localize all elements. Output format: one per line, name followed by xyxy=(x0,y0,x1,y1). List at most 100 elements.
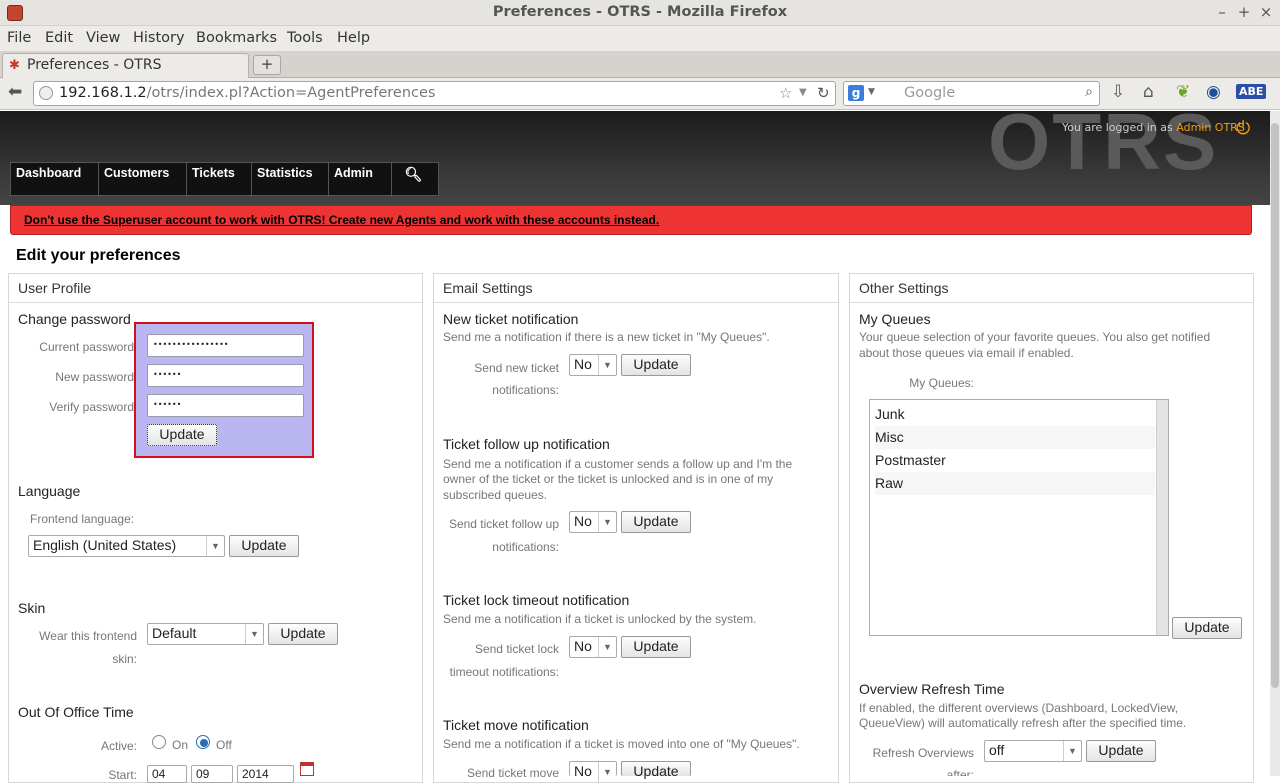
lock-timeout-update-button[interactable]: Update xyxy=(621,636,691,658)
page-scrollbar-thumb[interactable] xyxy=(1271,123,1279,688)
out-of-office-off-radio[interactable] xyxy=(196,735,210,749)
window-title: Preferences - OTRS - Mozilla Firefox xyxy=(492,4,788,20)
menu-edit[interactable]: Edit xyxy=(45,30,73,46)
email-settings-header: Email Settings xyxy=(434,274,838,303)
nav-search-icon[interactable]: 🔍︎ xyxy=(392,163,438,197)
menu-tools[interactable]: Tools xyxy=(287,30,323,46)
start-year-value: 2014 xyxy=(242,767,269,781)
maximize-button[interactable]: + xyxy=(1235,3,1253,21)
back-arrow-icon[interactable]: ⬅ xyxy=(8,82,22,102)
menu-view[interactable]: View xyxy=(86,30,120,46)
nav-statistics[interactable]: Statistics xyxy=(252,163,329,197)
other-settings-header: Other Settings xyxy=(850,274,1253,303)
url-bar[interactable]: 192.168.1.2/otrs/index.pl?Action=AgentPr… xyxy=(33,81,836,106)
superuser-warning-link[interactable]: Don't use the Superuser account to work … xyxy=(24,213,659,227)
current-password-label: Current password xyxy=(39,340,134,354)
refresh-update-button[interactable]: Update xyxy=(1086,740,1156,762)
page-scrollbar[interactable] xyxy=(1270,111,1280,776)
skin-select[interactable]: Default ▼ xyxy=(147,623,264,645)
reload-icon[interactable]: ↻ xyxy=(817,84,830,102)
new-password-input[interactable]: •••••• xyxy=(147,364,304,387)
skin-update-button[interactable]: Update xyxy=(268,623,338,645)
queue-option-raw[interactable]: Raw xyxy=(875,472,1155,495)
my-queues-update-button[interactable]: Update xyxy=(1172,617,1242,639)
otrs-favicon-icon: ✱ xyxy=(9,58,20,73)
new-ticket-value: No xyxy=(574,356,592,372)
start-month-select[interactable]: 09 xyxy=(191,765,233,783)
new-ticket-label-line1: Send new ticket xyxy=(474,361,559,375)
logged-in-user-link[interactable]: Admin OTRS xyxy=(1176,121,1245,134)
menu-history[interactable]: History xyxy=(133,30,185,46)
new-ticket-update-button[interactable]: Update xyxy=(621,354,691,376)
window-titlebar: Preferences - OTRS - Mozilla Firefox – +… xyxy=(0,0,1280,26)
abe-shield-icon[interactable]: ABE xyxy=(1236,84,1267,99)
change-password-title: Change password xyxy=(18,311,131,327)
follow-up-update-button[interactable]: Update xyxy=(621,511,691,533)
new-ticket-select[interactable]: No ▼ xyxy=(569,354,617,376)
follow-up-label-line1: Send ticket follow up xyxy=(448,517,559,531)
my-queues-desc-line1: Your queue selection of your favorite qu… xyxy=(859,330,1211,344)
skin-label-line1: Wear this frontend xyxy=(39,629,137,643)
site-identity-icon[interactable] xyxy=(39,86,53,100)
new-tab-button[interactable]: + xyxy=(253,55,281,75)
verify-password-input[interactable]: •••••• xyxy=(147,394,304,417)
out-of-office-on-radio[interactable] xyxy=(152,735,166,749)
otrs-logo: OTRS xyxy=(988,97,1219,186)
start-year-select[interactable]: 2014 xyxy=(237,765,294,783)
password-update-button[interactable]: Update xyxy=(147,424,217,446)
tab-preferences[interactable]: ✱ Preferences - OTRS xyxy=(2,53,249,78)
logout-power-icon[interactable]: ⏻ xyxy=(1236,118,1250,139)
move-update-button[interactable]: Update xyxy=(621,761,691,779)
google-engine-icon[interactable]: g xyxy=(848,85,864,101)
calendar-icon[interactable] xyxy=(300,762,314,776)
refresh-label-line2: after: xyxy=(946,768,974,776)
nav-tickets[interactable]: Tickets xyxy=(187,163,252,197)
refresh-time-title: Overview Refresh Time xyxy=(859,681,1005,697)
my-queues-desc-line2: about those queues via email if enabled. xyxy=(859,346,1074,360)
close-window-button[interactable]: × xyxy=(1257,3,1275,21)
language-update-button[interactable]: Update xyxy=(229,535,299,557)
follow-up-desc-line1: Send me a notification if a customer sen… xyxy=(443,457,793,471)
my-queues-multiselect[interactable]: Junk Misc Postmaster Raw xyxy=(869,399,1169,636)
follow-up-select[interactable]: No ▼ xyxy=(569,511,617,533)
current-password-input[interactable]: •••••••••••••••• xyxy=(147,334,304,357)
start-day-select[interactable]: 04 xyxy=(147,765,187,783)
bookmark-star-icon[interactable]: ☆ xyxy=(779,84,792,102)
menu-bar: File Edit View History Bookmarks Tools H… xyxy=(0,26,1280,51)
nav-admin[interactable]: Admin xyxy=(329,163,392,197)
chevron-down-icon: ▼ xyxy=(245,624,263,644)
queue-option-misc[interactable]: Misc xyxy=(875,426,1155,449)
lock-timeout-desc: Send me a notification if a ticket is un… xyxy=(443,612,757,626)
menu-file[interactable]: File xyxy=(7,30,31,46)
move-select[interactable]: No ▼ xyxy=(569,761,617,782)
url-dropdown-icon[interactable]: ▼ xyxy=(799,87,807,98)
chevron-down-icon: ▼ xyxy=(598,355,616,375)
skin-label-line2: skin: xyxy=(112,652,137,666)
menu-help[interactable]: Help xyxy=(337,30,370,46)
chevron-down-icon: ▼ xyxy=(598,512,616,532)
page-title: Edit your preferences xyxy=(16,247,181,264)
lock-timeout-select[interactable]: No ▼ xyxy=(569,636,617,658)
chevron-down-icon: ▼ xyxy=(1063,741,1081,761)
refresh-select[interactable]: off ▼ xyxy=(984,740,1082,762)
queue-option-postmaster[interactable]: Postmaster xyxy=(875,449,1155,472)
out-of-office-active-label: Active: xyxy=(100,739,137,753)
superuser-warning-banner: Don't use the Superuser account to work … xyxy=(10,205,1252,235)
engine-dropdown-icon[interactable]: ▼ xyxy=(868,87,875,97)
lock-timeout-notification-title: Ticket lock timeout notification xyxy=(443,592,630,608)
queue-list-scrollbar[interactable] xyxy=(1156,400,1168,635)
queue-option-junk[interactable]: Junk xyxy=(875,403,1155,426)
language-title: Language xyxy=(18,483,81,499)
minimize-button[interactable]: – xyxy=(1213,3,1231,21)
refresh-desc-line2: QueueView) will automatically refresh af… xyxy=(859,716,1187,730)
move-notification-desc: Send me a notification if a ticket is mo… xyxy=(443,737,800,751)
follow-up-desc-line2: owner of the ticket or the ticket is unl… xyxy=(443,472,774,486)
nav-dashboard[interactable]: Dashboard xyxy=(11,163,99,197)
language-value: English (United States) xyxy=(33,537,177,553)
url-text[interactable]: 192.168.1.2/otrs/index.pl?Action=AgentPr… xyxy=(59,85,435,101)
nav-customers[interactable]: Customers xyxy=(99,163,187,197)
lock-timeout-value: No xyxy=(574,638,592,654)
language-select[interactable]: English (United States) ▼ xyxy=(28,535,225,557)
logged-in-text: You are logged in as xyxy=(1062,121,1173,134)
menu-bookmarks[interactable]: Bookmarks xyxy=(196,30,277,46)
